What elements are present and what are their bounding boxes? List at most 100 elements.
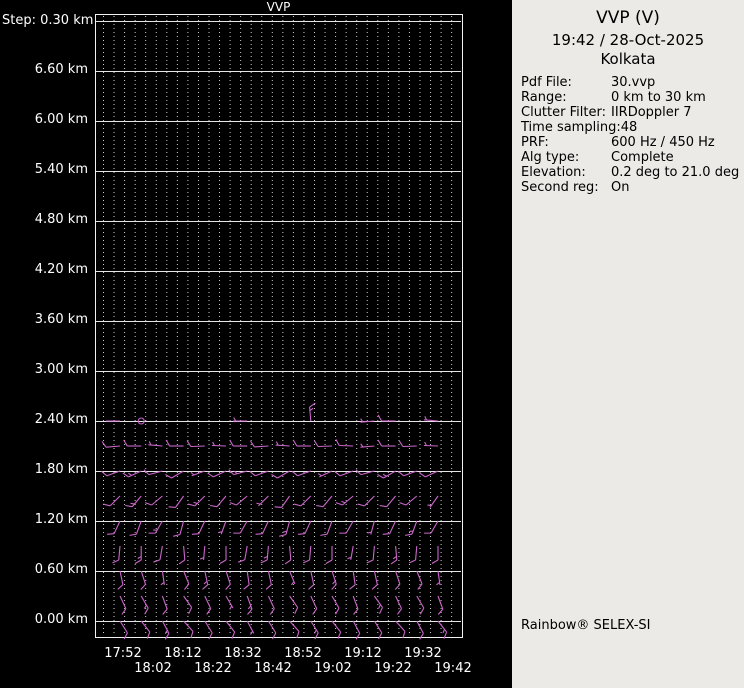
wind-barb — [229, 495, 248, 506]
wind-barb — [390, 545, 398, 565]
panel-title: VVP (V) — [596, 8, 660, 28]
y-axis-label: 0.00 km — [34, 612, 88, 627]
wind-barb — [331, 595, 340, 615]
field-label: Alg type: — [521, 150, 580, 165]
wind-barb — [395, 595, 403, 615]
field-row-alg-type: Alg type: Complete — [521, 150, 744, 165]
wind-barb — [103, 495, 121, 507]
wind-barb — [148, 520, 163, 534]
wind-barb — [183, 620, 194, 639]
wind-barb — [250, 440, 269, 448]
wind-barb — [339, 520, 354, 534]
wind-barb — [119, 595, 127, 615]
wind-barb — [293, 495, 312, 507]
wind-barb — [427, 495, 439, 508]
wind-barb — [395, 620, 406, 639]
wind-barb — [256, 495, 269, 507]
wind-barb — [123, 439, 142, 447]
wind-barb — [274, 495, 291, 509]
wind-barb — [310, 595, 318, 615]
wind-barb — [267, 620, 277, 640]
y-axis-label: 6.60 km — [34, 62, 88, 77]
wind-barb — [377, 439, 396, 447]
x-axis-label: 18:12 — [164, 646, 202, 661]
field-row-prf: PRF: 600 Hz / 450 Hz — [521, 135, 744, 150]
panel-site: Kolkata — [600, 50, 656, 68]
wind-barb — [265, 570, 272, 590]
wind-barb — [352, 620, 361, 640]
field-label: Second reg: — [521, 180, 599, 195]
wind-barb — [347, 545, 354, 560]
wind-barb — [313, 440, 333, 448]
field-row-second-reg: Second reg: On — [521, 180, 744, 195]
y-axis-label: 4.80 km — [34, 212, 88, 227]
wind-barb — [377, 414, 396, 422]
y-axis-label: 2.40 km — [34, 412, 88, 427]
field-row-time-sampling: Time sampling:48 — [521, 120, 744, 135]
x-axis-label: 19:42 — [434, 661, 472, 676]
wind-barb — [424, 416, 439, 422]
brand-footer: Rainbow® SELEX-SI — [521, 618, 651, 633]
wind-barb — [431, 546, 439, 564]
wind-barb — [202, 570, 209, 590]
wind-barb — [168, 495, 185, 509]
wind-barb — [143, 469, 163, 476]
wind-barb — [405, 520, 418, 536]
x-axis-label: 18:52 — [284, 646, 322, 661]
wind-barb — [373, 595, 383, 615]
wind-barb — [289, 570, 296, 586]
wind-barb — [377, 470, 396, 479]
wind-barb — [119, 620, 128, 640]
wind-barb — [144, 495, 163, 506]
wind-barb — [416, 620, 424, 640]
field-row-pdf-file: Pdf File: 30.vvp — [521, 75, 744, 90]
x-axis-label: 18:02 — [134, 661, 172, 676]
wind-barb — [225, 595, 234, 610]
wind-barb — [335, 495, 354, 506]
field-value: 600 Hz / 450 Hz — [611, 135, 715, 150]
wind-barb — [352, 595, 359, 615]
wind-barb — [210, 495, 227, 508]
wind-barb — [382, 520, 397, 535]
wind-barb — [218, 520, 227, 535]
wind-barb-chart — [95, 14, 463, 640]
y-axis-label: 0.60 km — [34, 562, 88, 577]
wind-barb — [366, 545, 375, 564]
field-value: Complete — [611, 150, 674, 165]
wind-barb — [437, 620, 448, 639]
wind-barb — [292, 439, 311, 447]
wind-barb — [233, 417, 248, 422]
wind-barb — [204, 595, 212, 615]
wind-barb — [275, 441, 290, 447]
wind-barb — [267, 595, 275, 615]
wind-barb — [225, 620, 236, 639]
y-axis-label: 4.20 km — [34, 262, 88, 277]
wind-barb — [316, 495, 333, 508]
wind-barb — [436, 570, 441, 586]
wind-barb — [238, 545, 248, 563]
wind-barb — [153, 545, 163, 563]
x-axis-label: 19:12 — [344, 646, 382, 661]
wind-barb — [398, 440, 417, 448]
wind-barb — [243, 570, 250, 590]
wind-barb — [140, 595, 149, 615]
wind-barb — [161, 620, 170, 640]
wind-barb — [335, 439, 354, 447]
wind-barb — [409, 545, 418, 564]
field-row-elevation: Elevation: 0.2 deg to 21.0 deg — [521, 165, 744, 180]
wind-barb — [101, 441, 121, 448]
field-value: 30.vvp — [611, 75, 656, 90]
wind-barb — [289, 620, 300, 639]
wind-barb — [310, 620, 319, 640]
y-axis-label: 1.80 km — [34, 462, 88, 477]
info-fields: Pdf File: 30.vvp Range: 0 km to 30 km Clut… — [512, 75, 744, 195]
field-label: PRF: — [521, 135, 549, 150]
wind-barb — [140, 570, 147, 590]
wind-barb — [229, 439, 248, 447]
wind-barb — [416, 595, 425, 615]
x-axis-label: 18:22 — [194, 661, 232, 676]
wind-barb — [140, 620, 151, 639]
wind-barb — [246, 620, 255, 635]
wind-barb — [199, 545, 206, 560]
y-axis-label: 1.20 km — [34, 512, 88, 527]
